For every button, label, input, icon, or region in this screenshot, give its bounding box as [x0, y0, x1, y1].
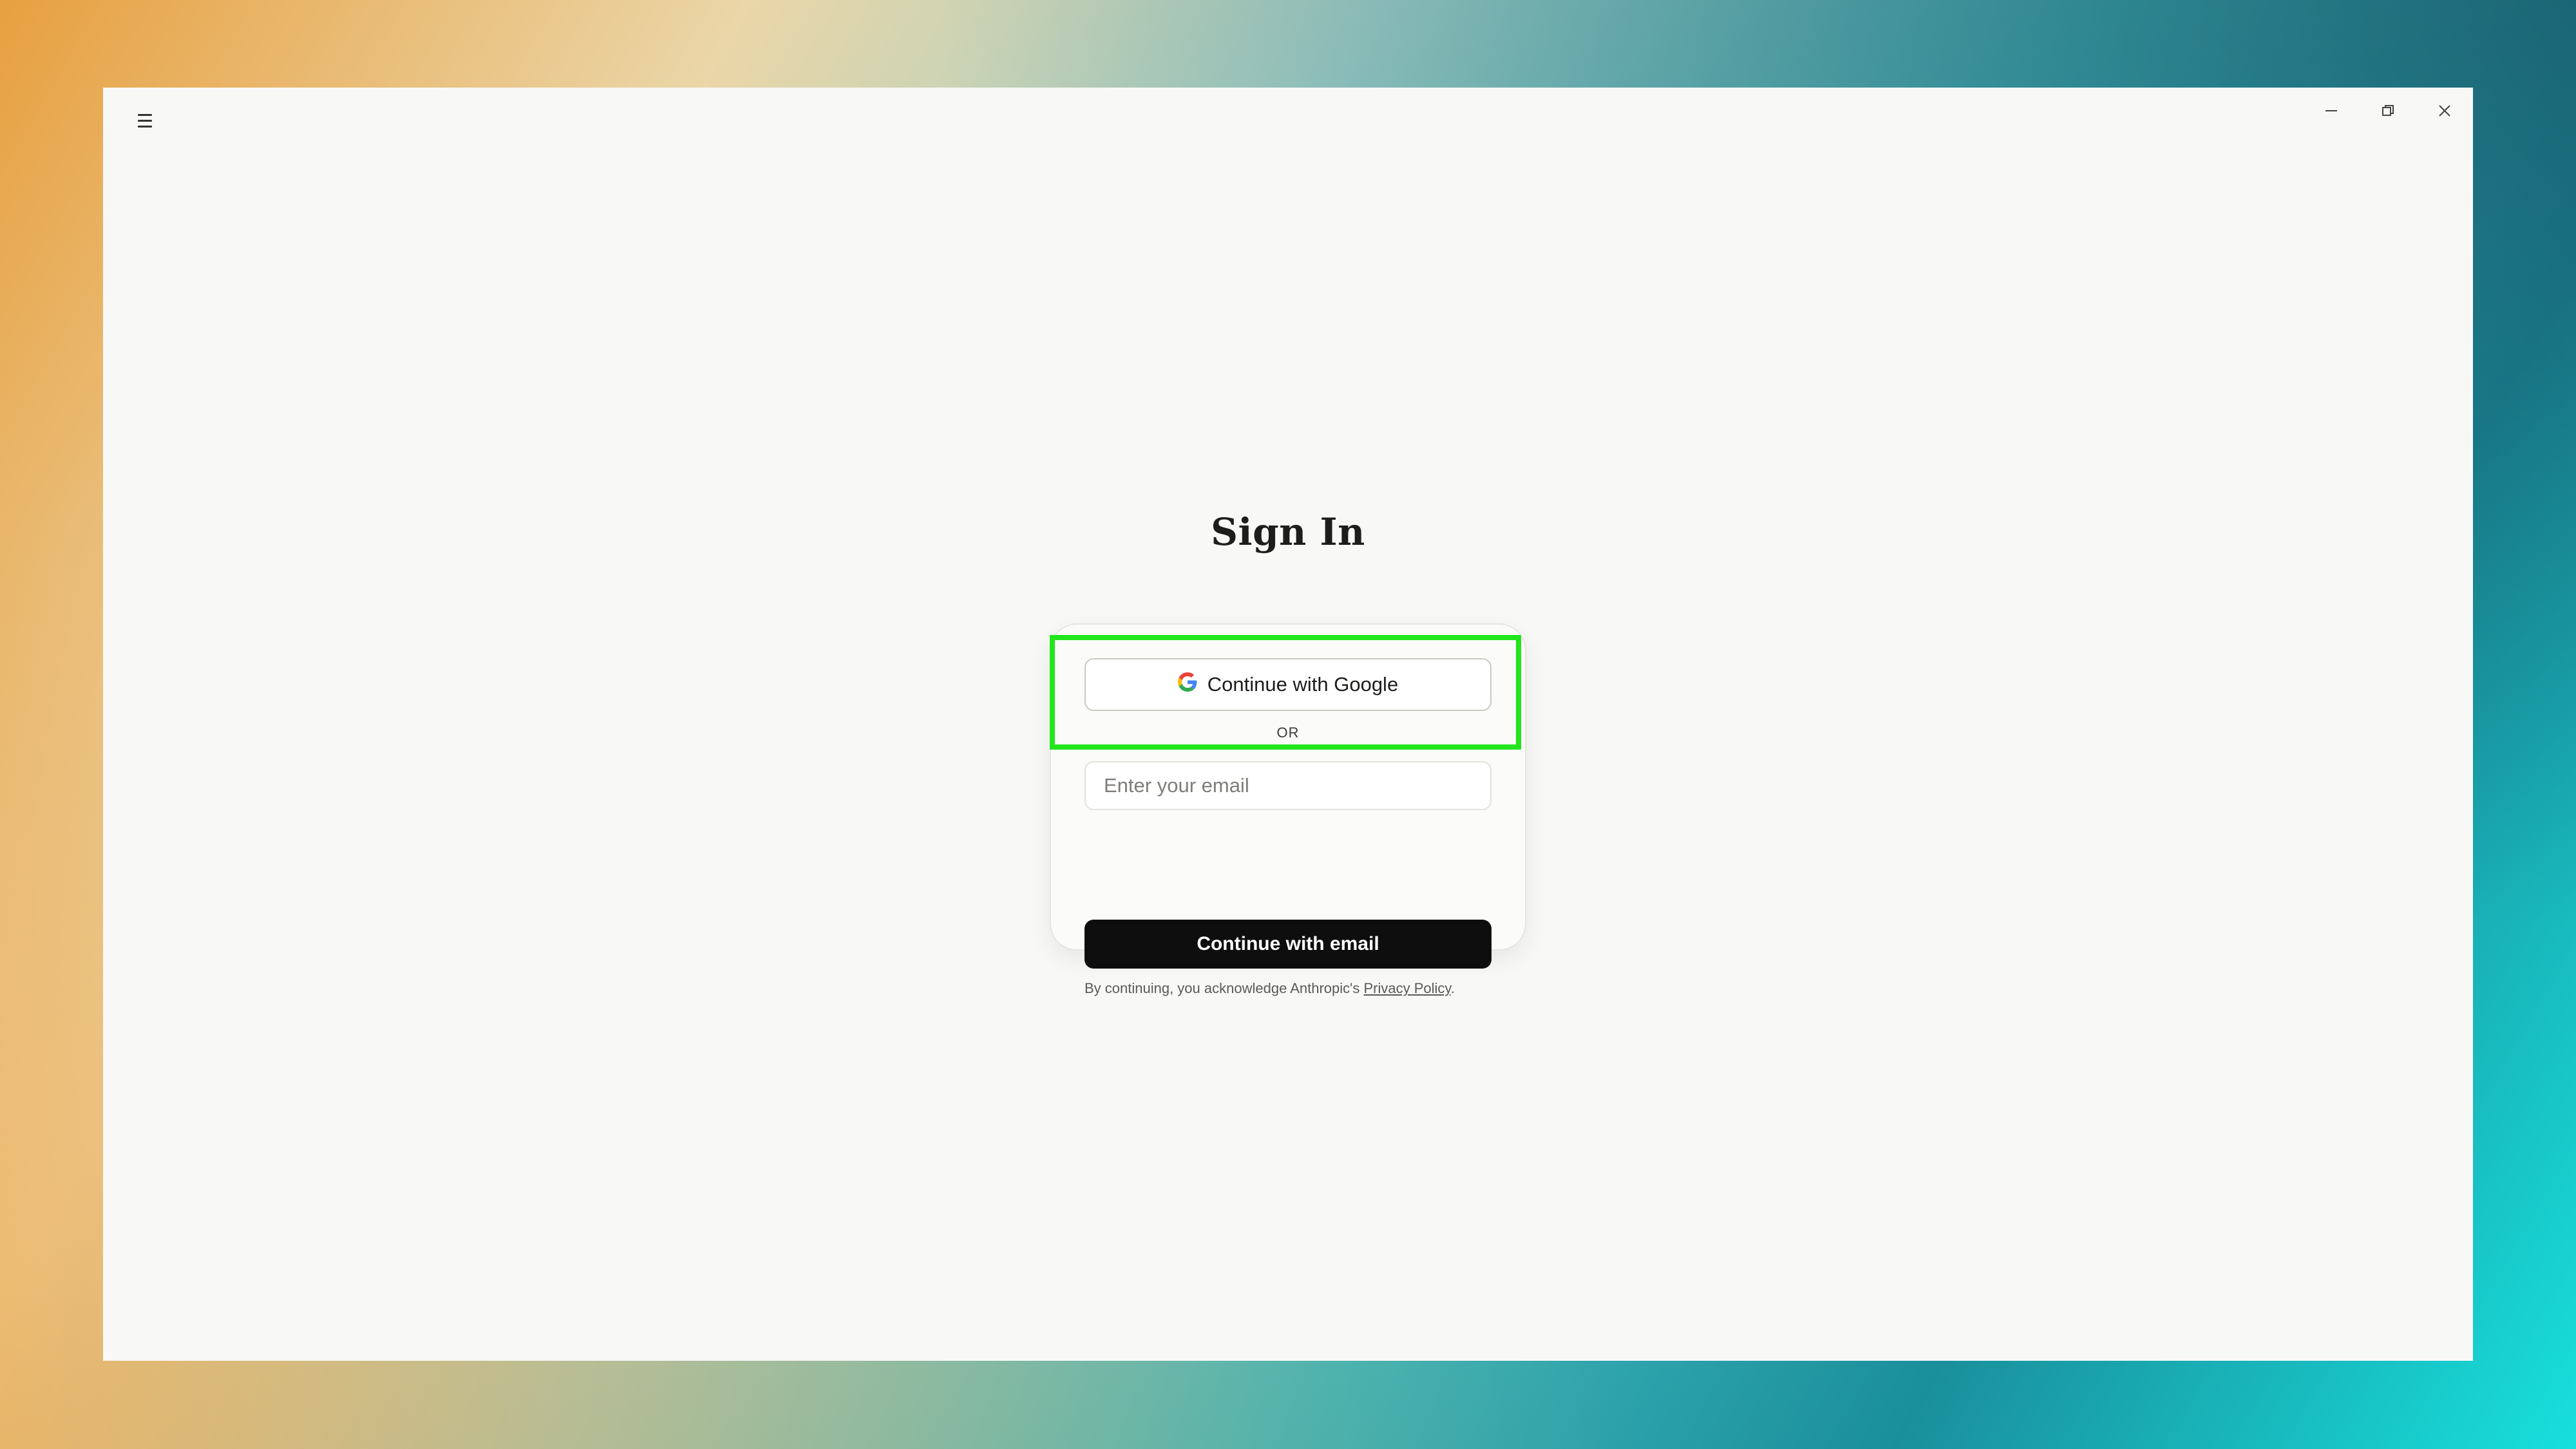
menu-line	[138, 125, 152, 128]
privacy-notice-text: By continuing, you acknowledge Anthropic…	[1084, 980, 1364, 996]
signin-card: Continue with Google OR Continue with em…	[1050, 623, 1526, 996]
hamburger-menu-icon[interactable]	[129, 104, 161, 137]
page-title: Sign In	[1211, 510, 1365, 554]
menu-line	[138, 119, 152, 122]
restore-icon[interactable]	[2360, 88, 2416, 134]
or-divider: OR	[1276, 724, 1300, 741]
google-button-label: Continue with Google	[1207, 673, 1399, 696]
app-window: Sign In Continue with Google OR Continue…	[103, 88, 2473, 1361]
email-input[interactable]	[1084, 761, 1492, 810]
menu-line	[138, 113, 152, 116]
continue-with-google-button[interactable]: Continue with Google	[1084, 658, 1492, 711]
privacy-notice: By continuing, you acknowledge Anthropic…	[1084, 980, 1497, 997]
desktop-background: Sign In Continue with Google OR Continue…	[0, 0, 2576, 1449]
close-icon[interactable]	[2416, 88, 2473, 134]
minimize-icon[interactable]	[2303, 88, 2360, 134]
continue-with-email-button[interactable]: Continue with email	[1084, 920, 1492, 969]
privacy-notice-suffix: .	[1450, 980, 1455, 996]
google-g-icon	[1177, 672, 1197, 697]
window-controls	[2303, 88, 2473, 134]
privacy-policy-link[interactable]: Privacy Policy	[1363, 980, 1450, 996]
